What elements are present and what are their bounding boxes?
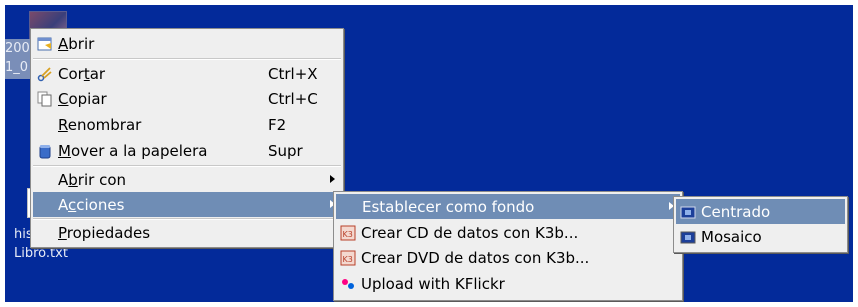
submenu-item-centrado[interactable]: Centrado	[676, 199, 845, 224]
scissors-icon	[37, 66, 53, 82]
shortcut-label: F2	[268, 115, 287, 134]
menu-item-label: Acciones	[58, 195, 125, 214]
copy-icon	[37, 91, 53, 107]
menu-item-propiedades[interactable]: Propiedades	[33, 220, 341, 245]
menu-item-abrir-con[interactable]: Abrir con	[33, 167, 341, 192]
wallpaper-icon	[680, 204, 696, 220]
context-menu: Abrir Cortar Ctrl+X Copiar Ctrl+C Renomb…	[30, 28, 344, 248]
submenu-item-crear-dvd[interactable]: K3 Crear DVD de datos con K3b...	[336, 245, 680, 270]
menu-item-cortar[interactable]: Cortar Ctrl+X	[33, 61, 341, 86]
fondo-submenu: Centrado Mosaico	[673, 196, 848, 253]
menu-item-copiar[interactable]: Copiar Ctrl+C	[33, 86, 341, 111]
trash-icon	[37, 143, 53, 159]
submenu-item-label: Upload with KFlickr	[361, 274, 505, 293]
submenu-item-mosaico[interactable]: Mosaico	[676, 224, 845, 249]
menu-item-label: Cortar	[58, 64, 106, 83]
menu-item-mover-papelera[interactable]: Mover a la papelera Supr	[33, 138, 341, 163]
menu-item-label: Abrir con	[58, 170, 126, 189]
flickr-icon	[340, 276, 356, 292]
menu-item-label: Propiedades	[58, 223, 151, 242]
menu-separator	[33, 58, 341, 60]
desktop-file-label-line1[interactable]: 200	[5, 40, 30, 57]
menu-item-label: Copiar	[58, 89, 107, 108]
desktop-file-label-line2[interactable]: 1_0	[5, 59, 28, 76]
submenu-item-label: Centrado	[701, 202, 771, 221]
k3b-icon: K3	[340, 225, 356, 241]
submenu-item-label: Mosaico	[701, 227, 762, 246]
submenu-arrow-icon	[330, 175, 335, 183]
submenu-item-label: Crear CD de datos con K3b...	[361, 223, 579, 242]
open-document-icon	[37, 36, 53, 52]
menu-item-label: Renombrar	[58, 115, 142, 134]
menu-item-abrir[interactable]: Abrir	[33, 31, 341, 56]
svg-text:K3: K3	[343, 255, 353, 264]
shortcut-label: Ctrl+C	[268, 89, 318, 108]
submenu-item-label: Establecer como fondo	[362, 197, 535, 216]
svg-text:K3: K3	[343, 230, 353, 239]
menu-item-renombrar[interactable]: Renombrar F2	[33, 112, 341, 137]
menu-item-label: Mover a la papelera	[58, 141, 208, 160]
shortcut-label: Supr	[268, 141, 303, 160]
submenu-item-label: Crear DVD de datos con K3b...	[361, 248, 590, 267]
acciones-submenu: Establecer como fondo K3 Crear CD de dat…	[333, 191, 683, 301]
menu-item-acciones[interactable]: Acciones	[33, 192, 341, 217]
submenu-item-crear-cd[interactable]: K3 Crear CD de datos con K3b...	[336, 220, 680, 245]
menu-item-label: Abrir	[58, 34, 95, 53]
submenu-item-establecer-fondo[interactable]: Establecer como fondo	[336, 194, 680, 219]
wallpaper-icon	[680, 229, 696, 245]
k3b-icon: K3	[340, 250, 356, 266]
shortcut-label: Ctrl+X	[268, 64, 318, 83]
submenu-item-upload-kflickr[interactable]: Upload with KFlickr	[336, 271, 680, 296]
